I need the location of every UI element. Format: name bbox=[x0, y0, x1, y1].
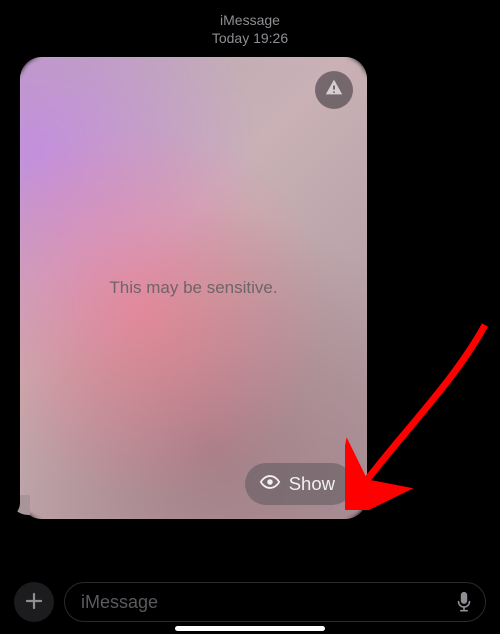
service-label: iMessage bbox=[0, 12, 500, 30]
timestamp-label: Today 19:26 bbox=[0, 30, 500, 48]
compose-bar: iMessage bbox=[0, 582, 500, 622]
home-indicator[interactable] bbox=[175, 626, 325, 631]
microphone-icon bbox=[455, 591, 473, 613]
sensitive-image-bubble[interactable]: This may be sensitive. Show bbox=[20, 57, 367, 519]
show-button[interactable]: Show bbox=[245, 463, 353, 505]
sensitive-content-label: This may be sensitive. bbox=[20, 278, 367, 298]
dictation-button[interactable] bbox=[455, 591, 473, 613]
conversation-area: This may be sensitive. Show bbox=[0, 47, 500, 519]
message-input-placeholder: iMessage bbox=[81, 592, 455, 613]
show-button-label: Show bbox=[289, 473, 335, 495]
warning-badge[interactable] bbox=[315, 71, 353, 109]
conversation-header: iMessage Today 19:26 bbox=[0, 0, 500, 47]
eye-icon bbox=[259, 471, 281, 498]
warning-icon bbox=[323, 77, 345, 104]
plus-icon bbox=[24, 587, 44, 618]
incoming-message[interactable]: This may be sensitive. Show bbox=[20, 57, 500, 519]
add-button[interactable] bbox=[14, 582, 54, 622]
message-input[interactable]: iMessage bbox=[64, 582, 486, 622]
